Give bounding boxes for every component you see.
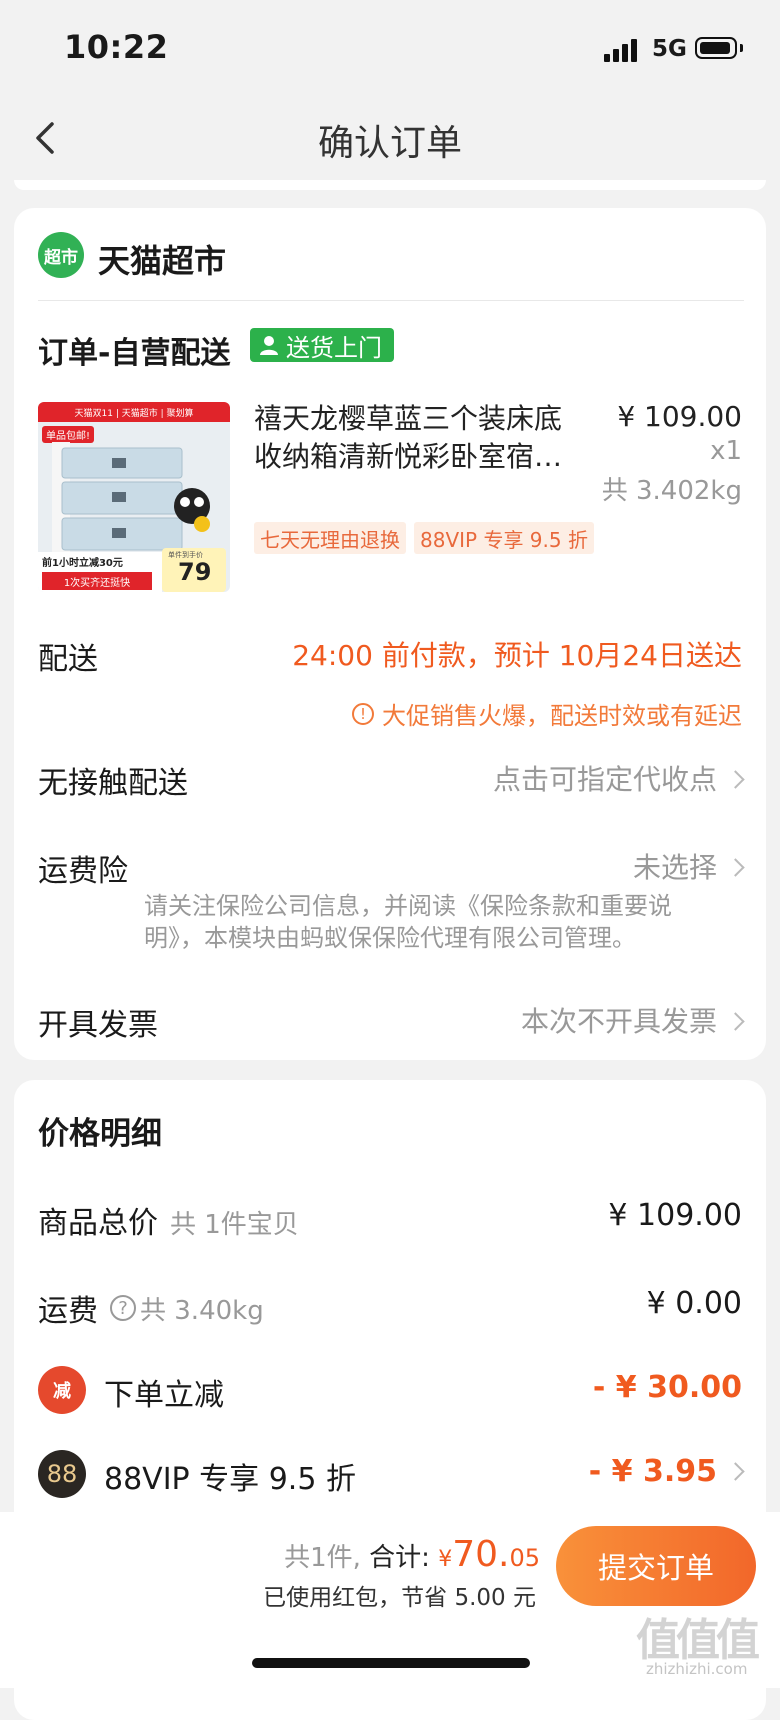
vip-label: 88VIP 专享 9.5 折 (104, 1462, 356, 1497)
goods-total-label-text: 商品总价 (38, 1206, 158, 1241)
chevron-right-icon (726, 1462, 745, 1481)
total-decimal: 05 (509, 1544, 540, 1572)
shipping-weight: 共 3.40kg (140, 1295, 264, 1326)
delivery-warning: ! 大促销售火爆，配送时效或有延迟 (352, 696, 742, 731)
image-free-ship: 单品包邮! (42, 426, 95, 443)
shipping-fee-label-text: 运费 (38, 1294, 98, 1329)
contactless-label: 无接触配送 (38, 766, 188, 801)
invoice-row[interactable]: 本次不开具发票 (520, 1000, 745, 1040)
vip-value: - ¥ 3.95 (588, 1454, 717, 1489)
shipping-fee-label: 运费 ? 共 3.40kg (38, 1286, 264, 1330)
delivery-tag: 送货上门 (250, 328, 394, 362)
vip-discount-tag: 88VIP 专享 9.5 折 (414, 522, 594, 554)
shop-name[interactable]: 天猫超市 (98, 236, 226, 282)
total-label: 合计: (369, 1543, 430, 1573)
goods-total-value: ¥ 109.00 (608, 1198, 742, 1233)
shop-logo: 超市 (38, 232, 84, 278)
vip-icon: 88 (38, 1450, 86, 1498)
page-title: 确认订单 (317, 123, 462, 164)
delivery-warning-text: 大促销售火爆，配送时效或有延迟 (382, 702, 742, 730)
shipping-fee-value: ¥ 0.00 (646, 1286, 742, 1321)
battery-cap (740, 44, 743, 52)
discount-value: - ¥ 30.00 (592, 1370, 742, 1405)
product-title[interactable]: 禧天龙樱草蓝三个装床底收纳箱清新悦彩卧室宿… (254, 400, 584, 476)
network-label: 5G (652, 36, 687, 62)
goods-count: 共 1件宝贝 (170, 1210, 299, 1240)
product-image[interactable]: 天猫双11 | 天猫超市 | 聚划算 单品包邮! 前1小时立减30元 1次买齐还… (38, 402, 230, 592)
order-type-label: 订单-自营配送 (38, 336, 231, 371)
insurance-note[interactable]: 请关注保险公司信息，并阅读《保险条款和重要说明》，本模块由蚂蚁保保险代理有限公司… (144, 890, 694, 954)
battery-icon (695, 37, 737, 59)
chevron-right-icon (726, 1012, 745, 1031)
total-currency: ¥ (438, 1547, 453, 1572)
insurance-row[interactable]: 未选择 (632, 846, 745, 886)
return-policy-tag: 七天无理由退换 (254, 522, 406, 554)
insurance-value: 未选择 (632, 851, 717, 884)
chevron-right-icon (726, 770, 745, 789)
price-detail-title: 价格明细 (38, 1116, 162, 1152)
image-banner: 天猫双11 | 天猫超市 | 聚划算 (38, 402, 230, 422)
item-count: 共1件, (284, 1543, 361, 1573)
delivery-label: 配送 (38, 642, 98, 677)
discount-icon: 减 (38, 1366, 86, 1414)
delivery-tag-label: 送货上门 (286, 333, 382, 362)
product-weight: 共 3.402kg (601, 476, 742, 506)
divider (38, 300, 744, 301)
contactless-value: 点击可指定代收点 (492, 763, 717, 796)
delivery-value[interactable]: 24:00 前付款，预计 10月24日送达 (292, 634, 742, 674)
contactless-row[interactable]: 点击可指定代收点 (492, 758, 745, 798)
discount-label: 下单立减 (104, 1378, 224, 1413)
total-line: 共1件, 合计: ¥70.05 (262, 1534, 540, 1575)
help-icon[interactable]: ? (110, 1295, 136, 1321)
status-time: 10:22 (64, 28, 169, 66)
storage-box-illustration (52, 442, 210, 554)
submit-order-button[interactable]: 提交订单 (556, 1526, 756, 1606)
chevron-right-icon (726, 858, 745, 877)
address-card-edge (14, 180, 766, 190)
image-price-value: 79 (178, 558, 212, 586)
invoice-label: 开具发票 (38, 1008, 158, 1043)
product-quantity: x1 (710, 436, 742, 466)
goods-total-label: 商品总价共 1件宝贝 (38, 1198, 299, 1242)
image-promo-2: 1次买齐还挺快 (42, 572, 152, 590)
signal-icon (604, 38, 644, 62)
image-promo-1: 前1小时立减30元 (42, 558, 123, 569)
vip-row[interactable]: - ¥ 3.95 (588, 1454, 745, 1489)
invoice-value: 本次不开具发票 (520, 1005, 717, 1038)
insurance-label: 运费险 (38, 854, 128, 889)
warning-icon: ! (352, 702, 374, 725)
product-price: ¥ 109.00 (617, 400, 742, 433)
saved-text: 已使用红包，节省 5.00 元 (263, 1585, 536, 1611)
total-integer: 70. (452, 1534, 510, 1575)
person-icon (260, 336, 278, 355)
watermark-url: zhizhizhi.com (646, 1660, 748, 1678)
home-indicator[interactable] (252, 1658, 530, 1668)
